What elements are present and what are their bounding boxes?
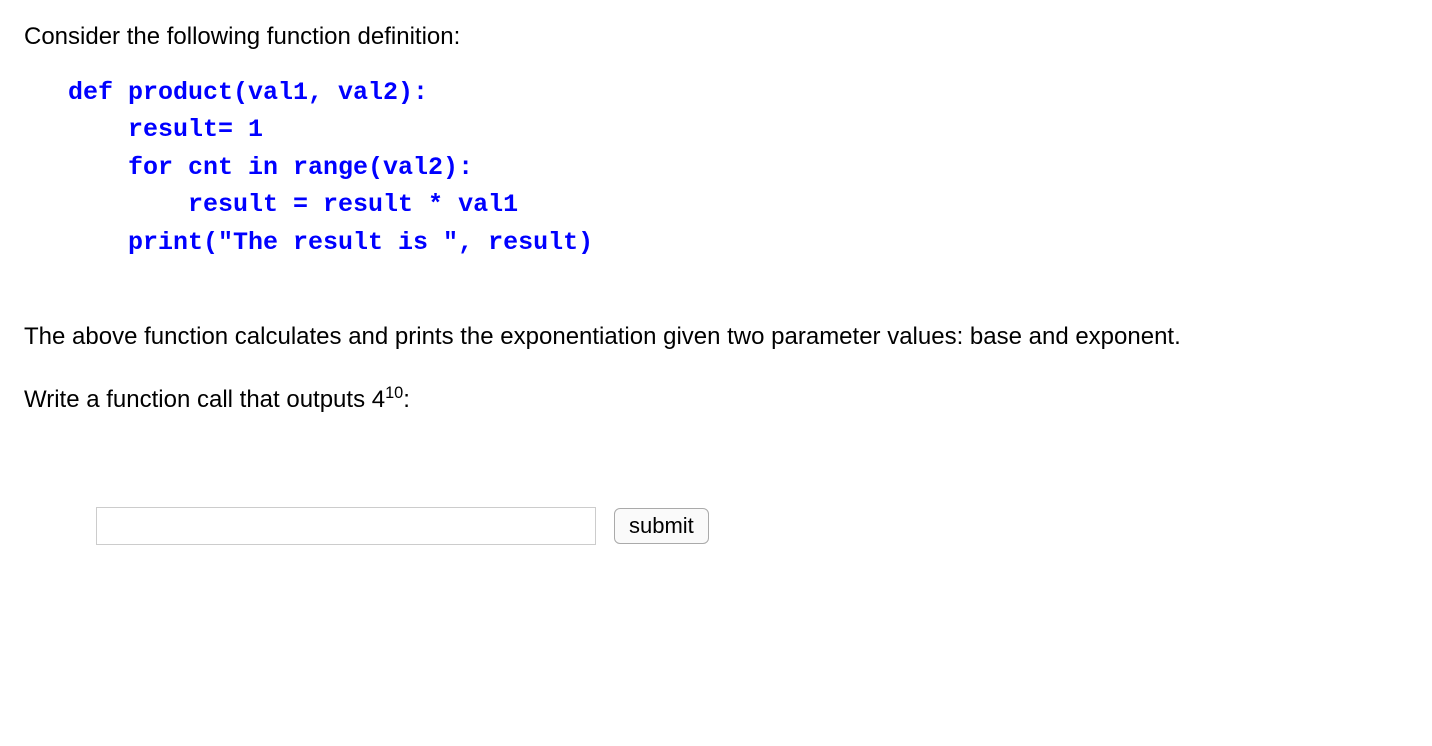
prompt-suffix: : xyxy=(403,386,410,413)
code-block: def product(val1, val2): result= 1 for c… xyxy=(68,74,1408,262)
prompt-prefix: Write a function call that outputs xyxy=(24,386,372,413)
answer-row: submit xyxy=(96,507,1408,545)
submit-button[interactable]: submit xyxy=(614,508,709,544)
description-text: The above function calculates and prints… xyxy=(24,321,1408,353)
prompt-exponent: 10 xyxy=(385,384,403,402)
prompt-text: Write a function call that outputs 410: xyxy=(24,383,1408,417)
intro-text: Consider the following function definiti… xyxy=(24,20,1408,54)
answer-input[interactable] xyxy=(96,507,596,545)
prompt-base: 4 xyxy=(372,386,385,413)
